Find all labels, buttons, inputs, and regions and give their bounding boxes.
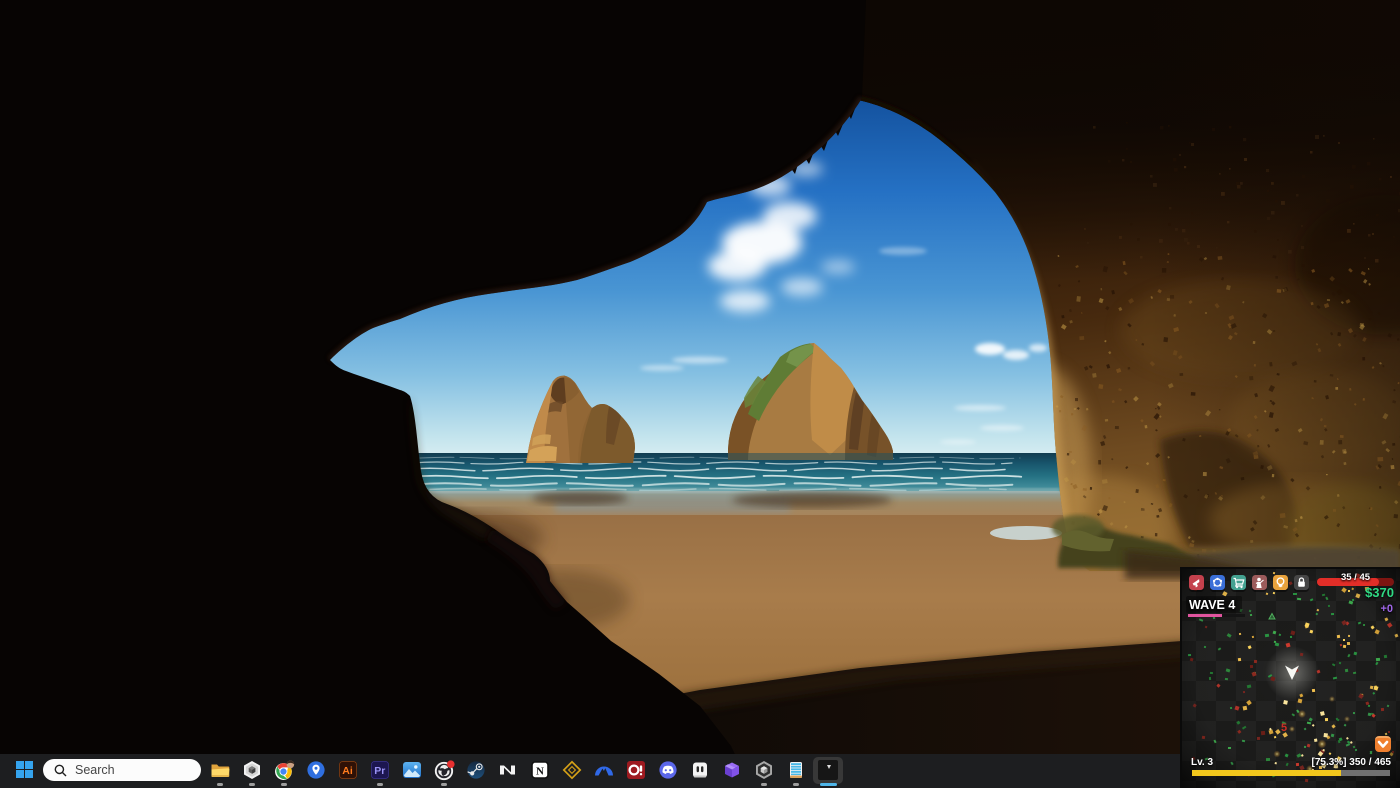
svg-text:Ai: Ai	[342, 765, 353, 777]
svg-text:N: N	[536, 766, 544, 778]
svg-text:Pr: Pr	[374, 765, 385, 777]
